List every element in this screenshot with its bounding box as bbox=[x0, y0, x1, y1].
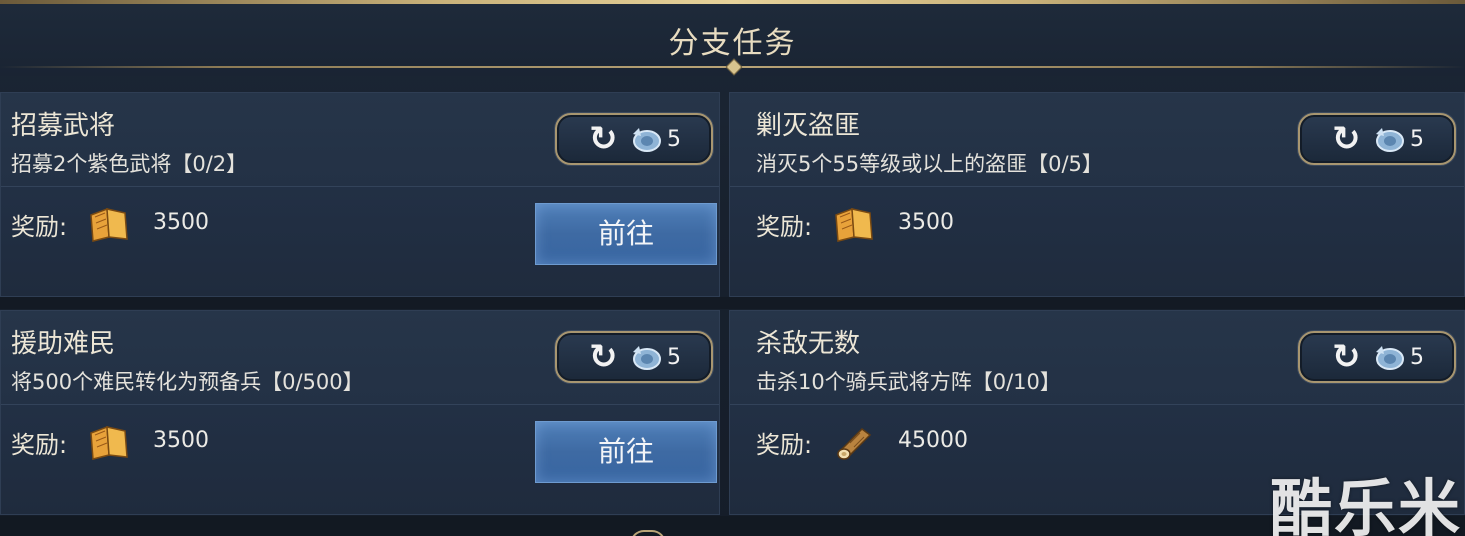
gem-icon bbox=[633, 128, 661, 152]
task-card-bandits: 剿灭盗匪 消灭5个55等级或以上的盗匪【0/5】 ↻ 5 奖励: 3500 bbox=[729, 92, 1465, 297]
reward-value: 3500 bbox=[898, 210, 954, 235]
refresh-task-button[interactable]: ↻ 5 bbox=[555, 113, 713, 165]
task-description: 消灭5个55等级或以上的盗匪【0/5】 bbox=[756, 152, 1103, 176]
reward-label: 奖励: bbox=[756, 431, 813, 459]
refresh-cost: 5 bbox=[1410, 345, 1424, 370]
refresh-task-button[interactable]: ↻ 5 bbox=[1298, 113, 1456, 165]
refresh-icon: ↻ bbox=[589, 119, 618, 159]
bottom-strip bbox=[0, 516, 1465, 536]
refresh-icon: ↻ bbox=[1332, 337, 1361, 377]
refresh-cost: 5 bbox=[667, 345, 681, 370]
refresh-task-button[interactable]: ↻ 5 bbox=[1298, 331, 1456, 383]
refresh-cost: 5 bbox=[667, 127, 681, 152]
book-icon bbox=[835, 207, 873, 242]
task-description: 将500个难民转化为预备兵【0/500】 bbox=[11, 370, 364, 394]
book-icon bbox=[90, 425, 128, 460]
task-description: 招募2个紫色武将【0/2】 bbox=[11, 152, 248, 176]
reward-label: 奖励: bbox=[756, 213, 813, 241]
wood-log-icon bbox=[837, 428, 872, 460]
refresh-icon: ↻ bbox=[589, 337, 618, 377]
reward-label: 奖励: bbox=[11, 213, 68, 241]
task-card-refugees: 援助难民 将500个难民转化为预备兵【0/500】 ↻ 5 奖励: 3500 前… bbox=[0, 310, 720, 515]
go-button[interactable]: 前往 bbox=[535, 421, 717, 483]
refresh-icon: ↻ bbox=[1332, 119, 1361, 159]
book-icon bbox=[90, 207, 128, 242]
gem-icon bbox=[1376, 128, 1404, 152]
panel-title: 分支任务 bbox=[668, 26, 797, 61]
task-description: 击杀10个骑兵武将方阵【0/10】 bbox=[756, 370, 1061, 394]
task-name: 杀敌无数 bbox=[756, 329, 861, 359]
reward-label: 奖励: bbox=[11, 431, 68, 459]
row-divider bbox=[0, 297, 1465, 309]
go-button[interactable]: 前往 bbox=[535, 203, 717, 265]
watermark: 酷乐米 bbox=[1270, 472, 1463, 536]
task-name: 剿灭盗匪 bbox=[756, 111, 861, 141]
gem-icon bbox=[1376, 346, 1404, 370]
refresh-task-button[interactable]: ↻ 5 bbox=[555, 331, 713, 383]
gem-icon bbox=[633, 346, 661, 370]
task-card-recruit: 招募武将 招募2个紫色武将【0/2】 ↻ 5 奖励: 3500 前往 bbox=[0, 92, 720, 297]
reward-value: 3500 bbox=[153, 428, 209, 453]
refresh-cost: 5 bbox=[1410, 127, 1424, 152]
branch-task-panel: 分支任务 招募武将 招募2个紫色武将【0/2】 ↻ 5 奖励: 3500 前往 … bbox=[0, 0, 1465, 536]
task-name: 招募武将 bbox=[11, 111, 116, 141]
reward-value: 45000 bbox=[898, 428, 968, 453]
task-name: 援助难民 bbox=[11, 329, 116, 359]
reward-value: 3500 bbox=[153, 210, 209, 235]
